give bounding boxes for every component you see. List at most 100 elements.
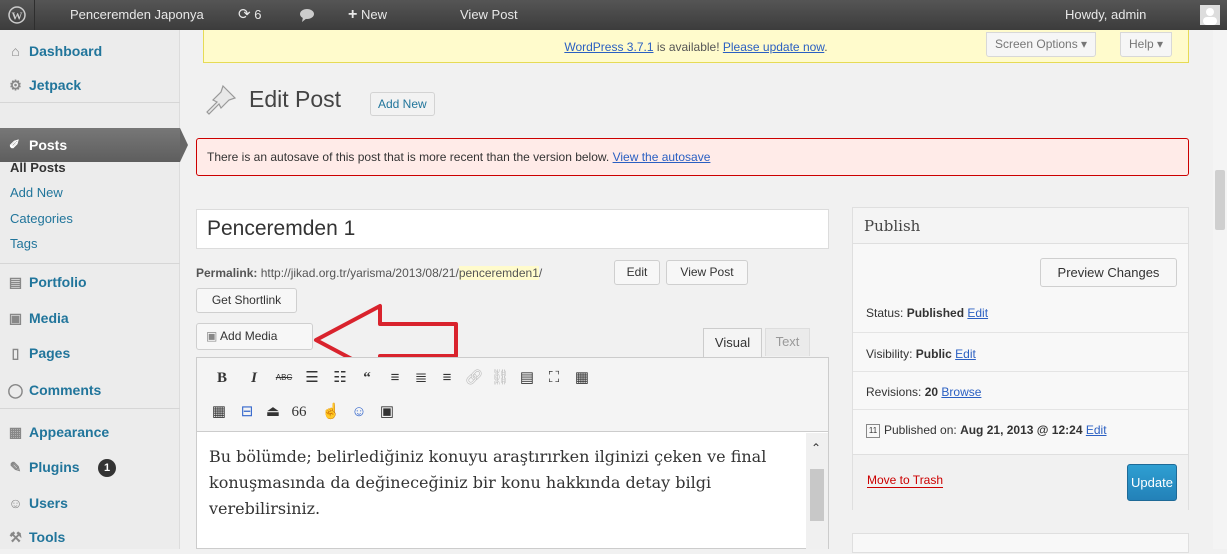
unlink-icon[interactable]: ⛓ xyxy=(490,368,510,388)
cursor-hand-icon[interactable]: ☝ xyxy=(321,402,341,422)
align-right-icon[interactable]: ≡ xyxy=(437,368,457,388)
sidebar-item-media[interactable]: ▣ Media xyxy=(0,301,180,335)
table-icon[interactable]: ▦ xyxy=(209,402,229,422)
media-icon: ▣ xyxy=(206,329,218,343)
sidebar-item-label: Media xyxy=(29,310,69,326)
add-media-button[interactable]: ▣ Add Media xyxy=(196,323,313,350)
page-break-icon[interactable]: ⊟ xyxy=(237,402,257,422)
gallery-icon[interactable]: ⏏ xyxy=(263,402,283,422)
calendar-icon: 11 xyxy=(866,423,880,438)
align-left-icon[interactable]: ≡ xyxy=(385,368,405,388)
page-scroll-thumb[interactable] xyxy=(1215,170,1225,230)
sidebar-item-pages[interactable]: ▯ Pages xyxy=(0,336,180,370)
help-button[interactable]: Help ▾ xyxy=(1120,32,1173,57)
sidebar-item-appearance[interactable]: ▦ Appearance xyxy=(0,415,180,449)
status-label: Status: xyxy=(866,306,907,320)
align-center-icon[interactable]: ≣ xyxy=(411,368,431,388)
view-post-button[interactable]: View Post xyxy=(666,260,748,285)
sidebar-item-label: Users xyxy=(29,495,68,511)
page-scrollbar[interactable] xyxy=(1213,30,1227,549)
insert-link-icon[interactable]: 🔗︎ xyxy=(464,368,484,388)
pin-icon: ✐ xyxy=(9,137,20,152)
insert-more-icon[interactable]: ▤ xyxy=(517,368,537,388)
bullet-list-icon[interactable]: ☰ xyxy=(302,368,322,388)
browse-revisions-link[interactable]: Browse xyxy=(941,385,981,399)
add-new-post-button[interactable]: Add New xyxy=(370,92,435,116)
publish-box-title: Publish xyxy=(853,208,1188,244)
strikethrough-icon[interactable]: ABC xyxy=(274,368,294,388)
edit-date-link[interactable]: Edit xyxy=(1086,423,1107,437)
tab-text[interactable]: Text xyxy=(765,328,810,356)
sidebar-item-label: Plugins xyxy=(29,459,80,475)
update-notice-text: is available! xyxy=(653,40,723,54)
sidebar-sub-add-new[interactable]: Add New xyxy=(10,185,63,200)
screen-options-button[interactable]: Screen Options ▾ xyxy=(986,32,1097,57)
smiley-icon[interactable]: ☺ xyxy=(349,402,369,422)
sidebar-item-comments[interactable]: ◯ Comments xyxy=(0,373,180,407)
post-title-input[interactable]: Penceremden 1 xyxy=(196,209,829,249)
site-name-link[interactable]: Penceremden Japonya xyxy=(70,0,204,30)
update-button[interactable]: Update xyxy=(1127,464,1177,501)
admin-bar: W Penceremden Japonya ⟳ 6 + New View Pos… xyxy=(0,0,1227,30)
sidebar-item-jetpack[interactable]: ⚙ Jetpack xyxy=(0,68,180,102)
users-icon: ☺ xyxy=(8,495,23,511)
updates-link[interactable]: ⟳ 6 xyxy=(238,0,261,30)
sidebar-item-users[interactable]: ☺ Users xyxy=(0,486,180,520)
sidebar-item-plugins[interactable]: ✎ Plugins 1 xyxy=(0,450,180,484)
blockquote-icon[interactable]: “ xyxy=(357,368,377,388)
revisions-row: Revisions: 20 Browse xyxy=(866,385,981,399)
permalink-label: Permalink: xyxy=(196,266,258,280)
publish-box: Publish Preview Changes Status: Publishe… xyxy=(852,207,1189,510)
kitchen-sink-icon[interactable]: ▦ xyxy=(572,368,592,388)
edit-status-link[interactable]: Edit xyxy=(967,306,988,320)
sidebar-item-label: Portfolio xyxy=(29,274,87,290)
preview-changes-button[interactable]: Preview Changes xyxy=(1040,258,1177,287)
numbered-list-icon[interactable]: ☷ xyxy=(330,368,350,388)
editor-scroll-thumb[interactable] xyxy=(810,469,824,521)
visibility-value: Public xyxy=(915,347,952,361)
sidebar-sub-tags[interactable]: Tags xyxy=(10,236,37,251)
wordpress-logo-icon[interactable]: W xyxy=(8,0,26,30)
sidebar-sub-all-posts[interactable]: All Posts xyxy=(10,160,66,175)
move-to-trash-link[interactable]: Move to Trash xyxy=(867,473,944,488)
sidebar-item-posts[interactable]: ✐ Posts xyxy=(0,128,188,162)
published-label: Published on: xyxy=(884,423,961,437)
quote-icon[interactable]: 66 xyxy=(289,402,309,422)
howdy-user-link[interactable]: Howdy, admin xyxy=(1065,0,1146,30)
edit-post-pin-icon xyxy=(201,82,239,120)
scroll-up-icon[interactable]: ⌃ xyxy=(811,441,821,455)
view-autosave-link[interactable]: View the autosave xyxy=(613,150,711,164)
new-content-link[interactable]: + New xyxy=(348,0,387,30)
bold-icon[interactable]: B xyxy=(212,368,232,388)
sidebar-item-label: Posts xyxy=(29,137,68,153)
media-icon: ▣ xyxy=(8,310,23,326)
sidebar-item-dashboard[interactable]: ⌂ Dashboard xyxy=(0,34,180,68)
view-post-link[interactable]: View Post xyxy=(460,0,518,30)
sidebar-sub-categories[interactable]: Categories xyxy=(10,211,73,226)
status-value: Published xyxy=(906,306,965,320)
editor-scrollbar[interactable]: ⌃ xyxy=(806,433,828,549)
updates-count: 6 xyxy=(254,7,262,22)
tab-visual[interactable]: Visual xyxy=(703,328,762,358)
get-shortlink-button[interactable]: Get Shortlink xyxy=(196,288,297,313)
svg-text:W: W xyxy=(12,11,23,23)
published-value: Aug 21, 2013 @ 12:24 xyxy=(960,423,1083,437)
avatar[interactable] xyxy=(1200,5,1220,25)
wordpress-version-link[interactable]: WordPress 3.7.1 xyxy=(564,40,653,54)
sidebar-item-portfolio[interactable]: ▤ Portfolio xyxy=(0,265,180,299)
post-content-editor[interactable]: Bu bölümde; belirlediğiniz konuyu araştı… xyxy=(196,431,829,549)
permalink-base: http://jikad.org.tr/yarisma/2013/08/21/ xyxy=(257,266,459,280)
add-media-label: Add Media xyxy=(220,329,278,343)
fullscreen-icon[interactable]: ⛶ xyxy=(544,368,564,388)
edit-visibility-link[interactable]: Edit xyxy=(955,347,976,361)
comment-bubble-icon[interactable] xyxy=(298,0,318,30)
portfolio-icon: ▤ xyxy=(8,274,23,290)
permalink-slug[interactable]: penceremden1 xyxy=(458,266,539,280)
permalink-row: Permalink: http://jikad.org.tr/yarisma/2… xyxy=(196,266,542,280)
video-icon[interactable]: ▣ xyxy=(377,402,397,422)
update-now-link[interactable]: Please update now xyxy=(723,40,824,54)
italic-icon[interactable]: I xyxy=(244,368,264,388)
howdy-label: Howdy, admin xyxy=(1065,7,1147,22)
edit-permalink-button[interactable]: Edit xyxy=(614,260,660,285)
autosave-notice: There is an autosave of this post that i… xyxy=(196,138,1189,176)
